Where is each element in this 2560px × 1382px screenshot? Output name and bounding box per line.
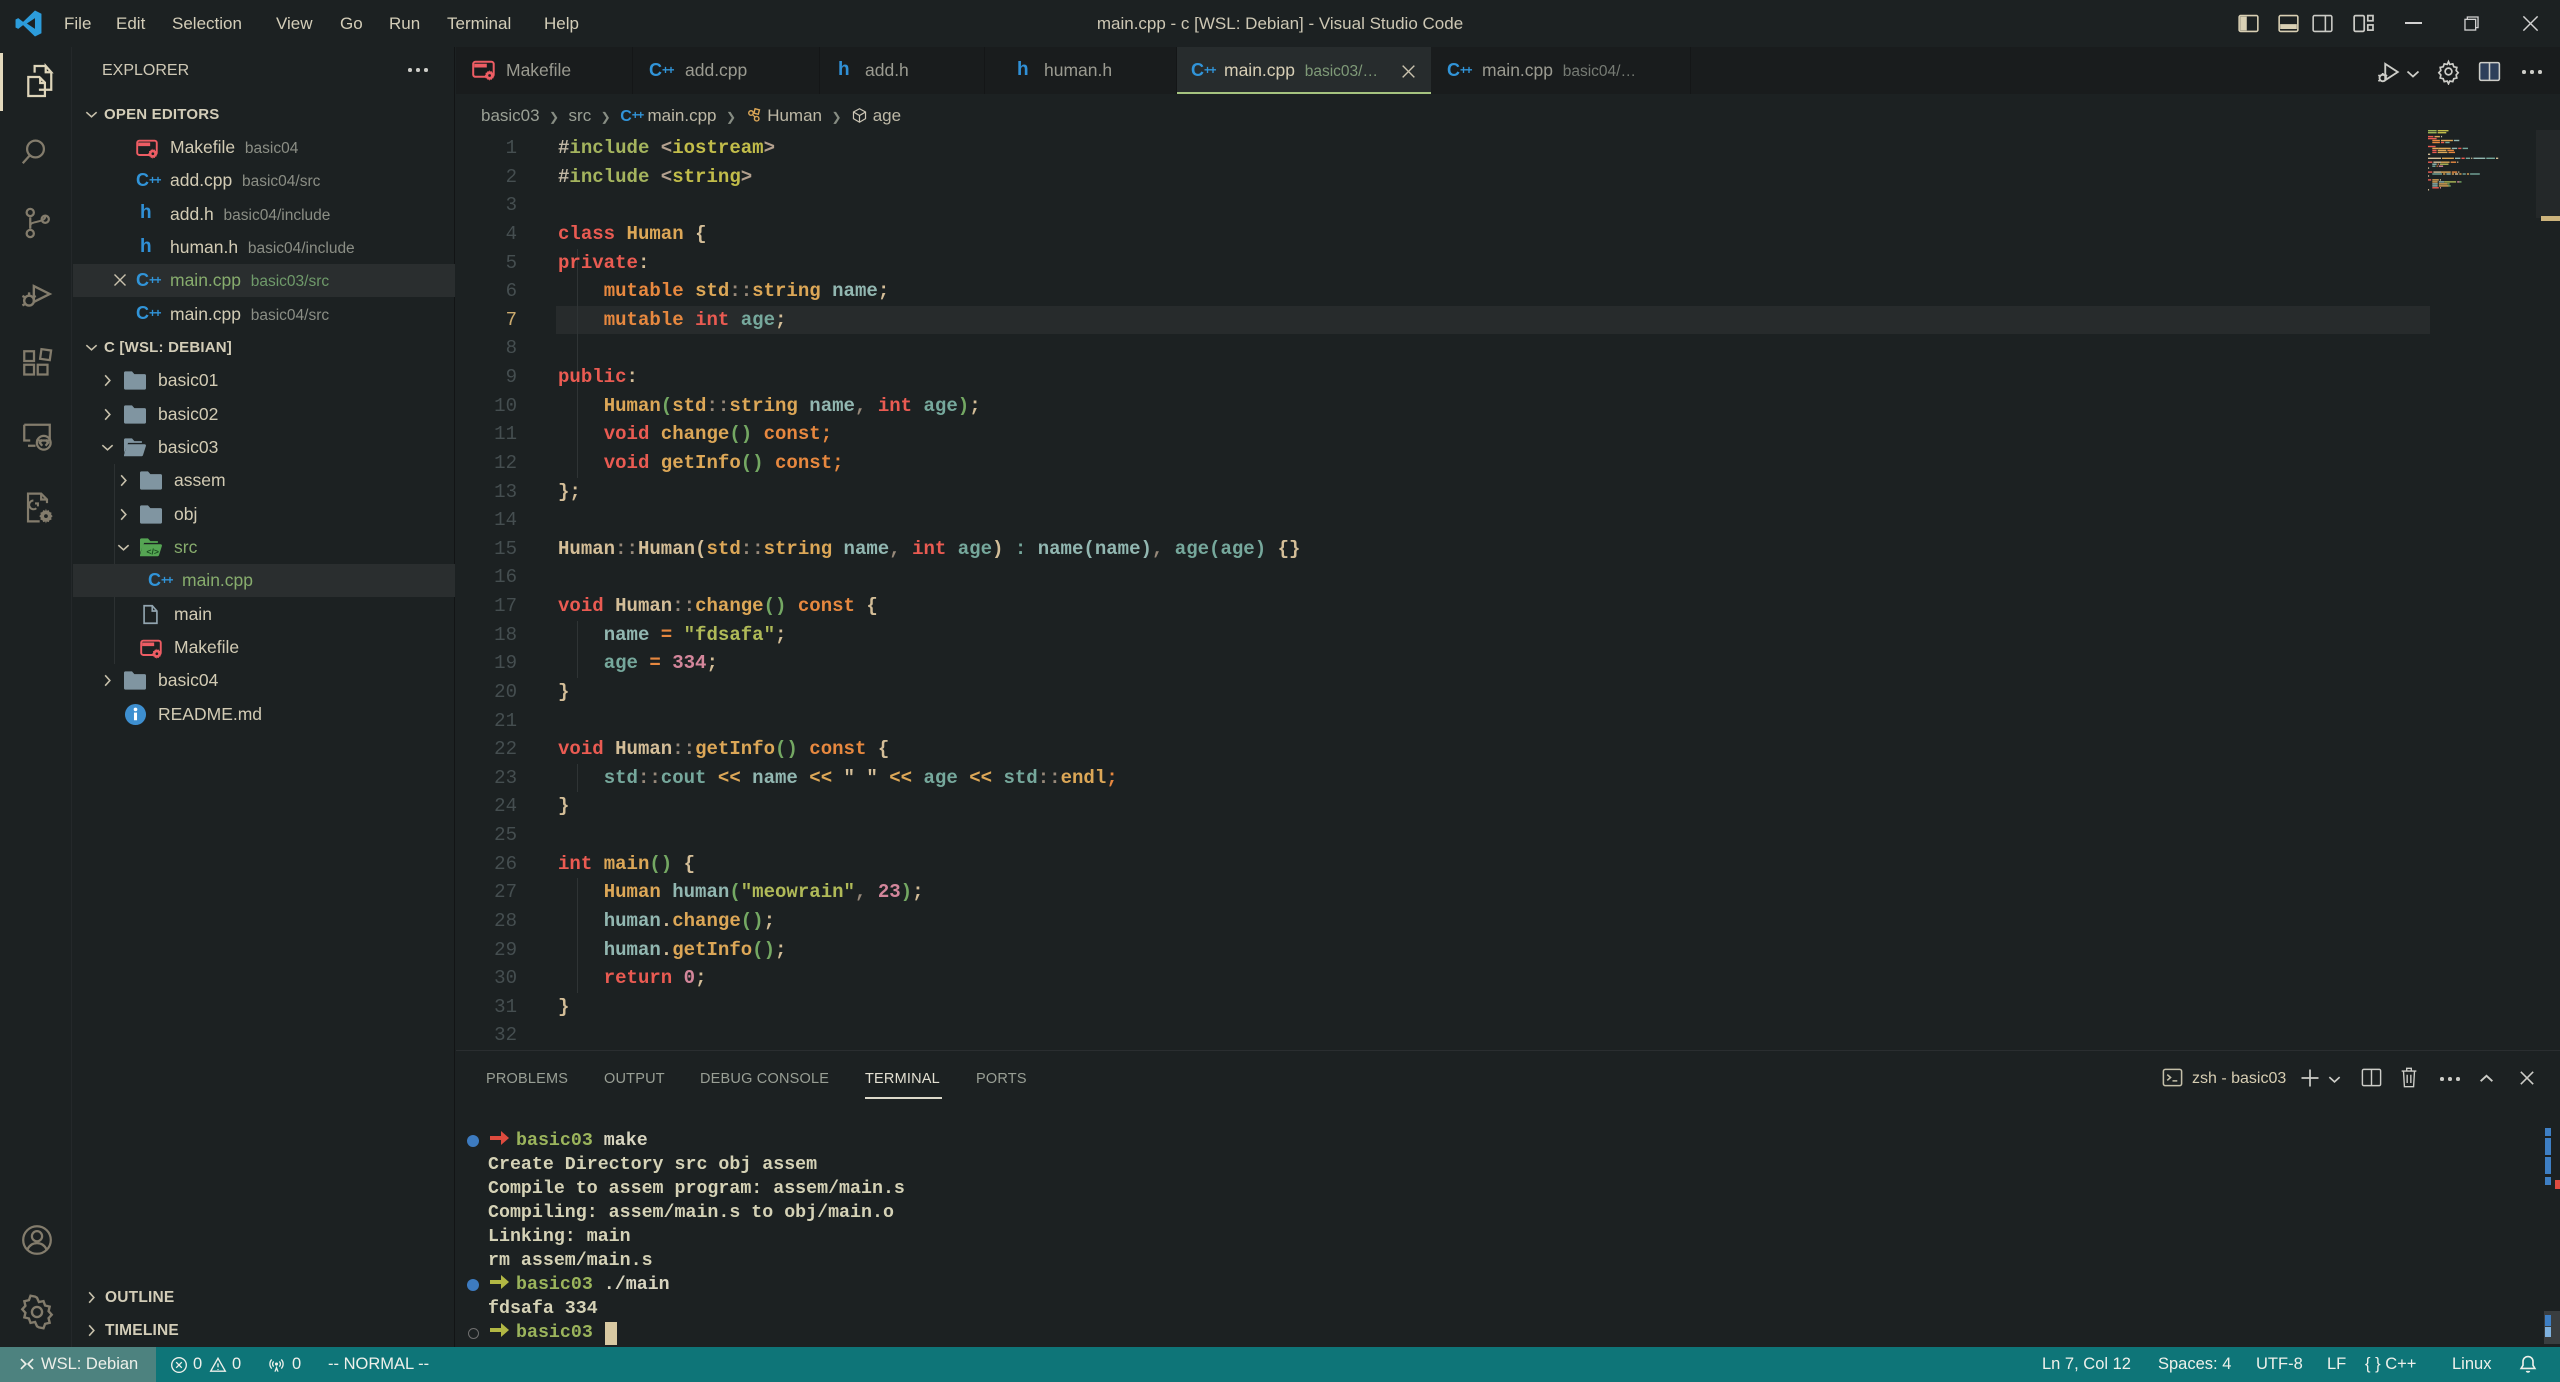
svg-text:</>: </> [146, 546, 159, 556]
